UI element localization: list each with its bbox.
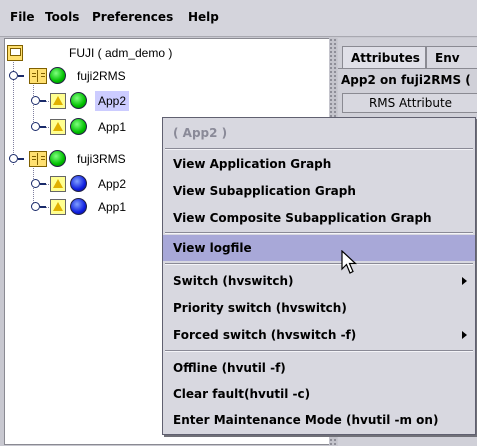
- node-label: fuji2RMS: [77, 69, 126, 83]
- forced-switch-item[interactable]: Forced switch (hvswitch -f): [163, 322, 475, 348]
- view-application-graph-item[interactable]: View Application Graph: [163, 151, 475, 177]
- menu-separator: [165, 148, 473, 150]
- submenu-arrow-icon: [462, 331, 467, 339]
- expand-key-icon[interactable]: [31, 202, 46, 212]
- offline-item[interactable]: Offline (hvutil -f): [163, 355, 475, 381]
- warning-triangle-icon: [50, 93, 66, 109]
- root-label: FUJI ( adm_demo ): [69, 46, 173, 60]
- node-label: fuji3RMS: [77, 152, 126, 166]
- forced-switch-label: Forced switch (hvswitch -f): [173, 328, 357, 342]
- context-menu: ( App2 ) View Application Graph View Sub…: [162, 117, 476, 435]
- expand-key-icon[interactable]: [31, 96, 46, 106]
- switch-label: Switch (hvswitch): [173, 274, 294, 288]
- view-logfile-item[interactable]: View logfile: [163, 235, 475, 261]
- expand-key-icon[interactable]: [9, 71, 24, 81]
- app-label[interactable]: App2: [98, 174, 126, 194]
- tree-node-fuji2rms[interactable]: fuji2RMS: [5, 66, 205, 86]
- node-book-icon: [29, 68, 47, 84]
- app-label[interactable]: App1: [98, 117, 126, 137]
- node-book-icon: [29, 151, 47, 167]
- switch-item[interactable]: Switch (hvswitch): [163, 268, 475, 294]
- clear-fault-item[interactable]: Clear fault(hvutil -c): [163, 381, 475, 407]
- expand-key-icon[interactable]: [31, 179, 46, 189]
- status-online-icon: [70, 118, 87, 135]
- menu-help[interactable]: Help: [188, 10, 219, 24]
- column-header[interactable]: RMS Attribute: [342, 93, 477, 113]
- priority-switch-item[interactable]: Priority switch (hvswitch): [163, 295, 475, 321]
- app-label[interactable]: App2: [95, 91, 130, 111]
- cluster-icon: [7, 45, 23, 61]
- menu-separator: [165, 232, 473, 234]
- submenu-arrow-icon: [462, 277, 467, 285]
- panel-header: App2 on fuji2RMS (: [341, 73, 471, 87]
- warning-triangle-icon: [50, 119, 66, 135]
- menu-tools[interactable]: Tools: [45, 10, 79, 24]
- mouse-pointer-icon: [341, 250, 358, 274]
- status-online-icon: [49, 67, 66, 84]
- status-online-icon: [49, 150, 66, 167]
- menu-separator: [165, 350, 473, 352]
- menu-preferences[interactable]: Preferences: [92, 10, 173, 24]
- warning-triangle-icon: [50, 199, 66, 215]
- tab-attributes[interactable]: Attributes: [342, 46, 426, 68]
- enter-maintenance-mode-item[interactable]: Enter Maintenance Mode (hvutil -m on): [163, 407, 475, 433]
- status-offline-icon: [70, 175, 87, 192]
- menu-file[interactable]: File: [10, 10, 35, 24]
- menu-title: ( App2 ): [173, 126, 228, 140]
- expand-key-icon[interactable]: [31, 122, 46, 132]
- menu-separator: [165, 263, 473, 265]
- tab-env[interactable]: Env: [426, 46, 477, 68]
- expand-key-icon[interactable]: [9, 154, 24, 164]
- warning-triangle-icon: [50, 176, 66, 192]
- status-offline-icon: [70, 198, 87, 215]
- tree-app-row[interactable]: App2: [5, 91, 205, 111]
- menu-bar: File Tools Preferences Help: [0, 0, 477, 37]
- view-subapplication-graph-item[interactable]: View Subapplication Graph: [163, 178, 475, 204]
- status-online-icon: [70, 92, 87, 109]
- app-label[interactable]: App1: [98, 197, 126, 217]
- view-composite-subapplication-graph-item[interactable]: View Composite Subapplication Graph: [163, 205, 475, 231]
